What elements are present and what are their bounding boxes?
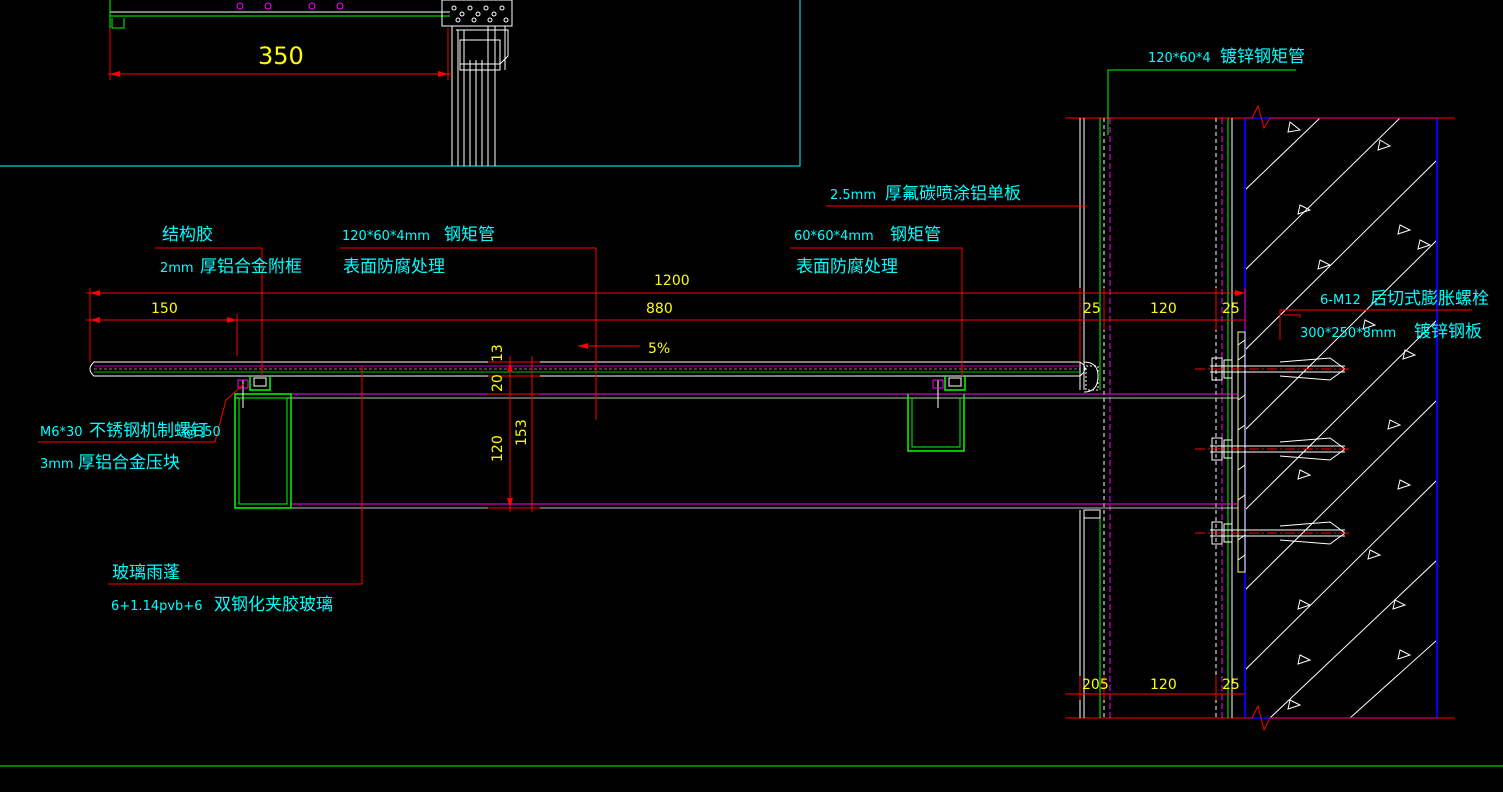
block-spec: 3mm (40, 457, 74, 472)
bolt-spec: 6-M12 (1320, 293, 1361, 308)
anchor-bolts (1195, 357, 1350, 545)
glass-spec: 6+1.14pvb+6 (111, 599, 202, 614)
tube2-name: 钢矩管 (890, 225, 941, 245)
leader-lines (38, 69, 1472, 585)
top-tube-name: 镀锌钢矩管 (1220, 47, 1305, 67)
concrete-wall (1065, 104, 1455, 732)
block-name: 厚铝合金压块 (78, 453, 180, 473)
wall-cladding (1079, 118, 1246, 718)
frame-name: 厚铝合金附框 (200, 257, 302, 277)
tube1-note: 表面防腐处理 (343, 257, 445, 277)
canopy-label: 玻璃雨蓬 (112, 563, 180, 583)
dim-20: 20 (490, 374, 506, 392)
screw-spacing: @350 (183, 425, 221, 440)
dim-25-bottom: 25 (1222, 677, 1240, 693)
dim-13: 13 (490, 344, 506, 362)
slope-label: 5% (648, 341, 670, 357)
frame-spec: 2mm (160, 261, 194, 276)
glass-name: 双钢化夹胶玻璃 (214, 595, 333, 615)
tube2-note: 表面防腐处理 (796, 257, 898, 277)
dim-150: 150 (151, 301, 178, 317)
screw-spec: M6*30 (40, 425, 83, 440)
canopy-structure (89, 361, 1238, 509)
panel-name: 厚氟碳喷涂铝单板 (885, 184, 1021, 204)
sealant-label: 结构胶 (162, 225, 213, 245)
dim-25-left: 25 (1083, 301, 1101, 317)
top-tube-spec: 120*60*4 (1148, 51, 1211, 66)
tube1-name: 钢矩管 (444, 225, 495, 245)
bolt-name: 后切式膨胀螺栓 (1370, 289, 1489, 309)
tube1-spec: 120*60*4mm (342, 229, 430, 244)
dim-120-bottom: 120 (1150, 677, 1177, 693)
dim-1200: 1200 (654, 273, 690, 289)
dim-120-beam: 120 (490, 435, 506, 462)
dim-205: 205 (1082, 677, 1109, 693)
dim-153: 153 (514, 419, 530, 446)
top-inset-detail (0, 0, 801, 167)
dimension-ticks (90, 290, 1245, 508)
plate-name: 镀锌钢板 (1414, 322, 1482, 342)
plate-spec: 300*250*8mm (1300, 326, 1396, 341)
dim-25-right: 25 (1222, 301, 1240, 317)
tube2-spec: 60*60*4mm (794, 229, 874, 244)
panel-spec: 2.5mm (830, 188, 876, 203)
dim-880: 880 (646, 301, 673, 317)
dim-350-top: 350 (258, 42, 304, 70)
cad-drawing-canvas: 350 1200 150 880 25 120 25 5% 13 20 120 … (0, 0, 1503, 767)
dim-120-wall: 120 (1150, 301, 1177, 317)
